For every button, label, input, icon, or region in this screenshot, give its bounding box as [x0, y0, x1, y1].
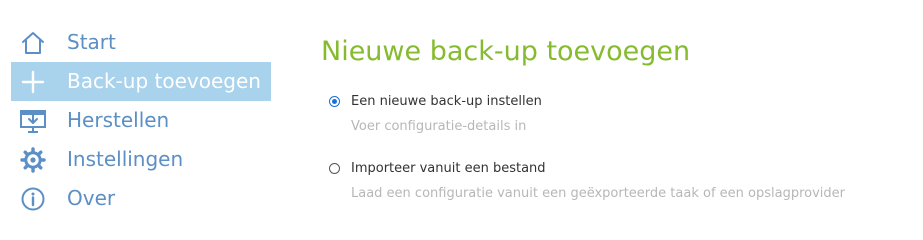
- option-import-file: Importeer vanuit een bestand Laad een co…: [329, 161, 909, 201]
- option-label[interactable]: Een nieuwe back-up instellen: [351, 94, 542, 109]
- sidebar-item-label: Back-up toevoegen: [67, 69, 261, 93]
- gear-icon: [19, 146, 47, 174]
- sidebar-item-add-backup[interactable]: Back-up toevoegen: [11, 62, 271, 101]
- home-icon: [19, 29, 47, 57]
- page-title: Nieuwe back-up toevoegen: [321, 36, 691, 67]
- option-label[interactable]: Importeer vanuit een bestand: [351, 161, 546, 176]
- sidebar-item-settings[interactable]: Instellingen: [11, 140, 271, 179]
- sidebar-item-label: Over: [67, 186, 116, 210]
- sidebar-item-label: Herstellen: [67, 108, 170, 132]
- radio-import-file[interactable]: [329, 163, 340, 174]
- info-icon: [19, 185, 47, 213]
- sidebar-item-label: Instellingen: [67, 147, 184, 171]
- radio-new-backup[interactable]: [329, 96, 340, 107]
- option-description: Voer configuratie-details in: [351, 119, 527, 134]
- sidebar: Start Back-up toevoegen Herstellen Inste…: [11, 23, 271, 218]
- app-page: Start Back-up toevoegen Herstellen Inste…: [0, 0, 923, 233]
- sidebar-item-label: Start: [67, 30, 116, 54]
- option-description: Laad een configuratie vanuit een geëxpor…: [351, 186, 845, 201]
- plus-icon: [19, 68, 47, 96]
- sidebar-item-start[interactable]: Start: [11, 23, 271, 62]
- option-new-backup: Een nieuwe back-up instellen Voer config…: [329, 94, 909, 134]
- sidebar-item-about[interactable]: Over: [11, 179, 271, 218]
- option-row[interactable]: Importeer vanuit een bestand: [329, 161, 909, 176]
- option-row[interactable]: Een nieuwe back-up instellen: [329, 94, 909, 109]
- restore-icon: [19, 107, 47, 135]
- main-content: Nieuwe back-up toevoegen Een nieuwe back…: [321, 30, 911, 201]
- sidebar-item-restore[interactable]: Herstellen: [11, 101, 271, 140]
